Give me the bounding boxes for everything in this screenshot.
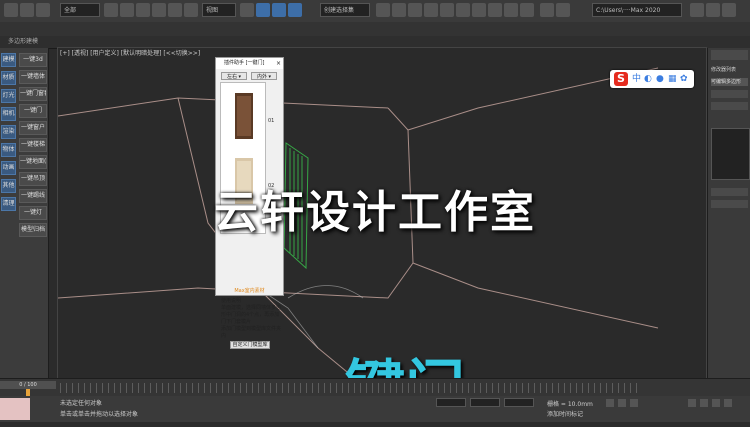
close-icon[interactable]: × <box>276 58 281 69</box>
layer-icon[interactable] <box>408 3 422 17</box>
schematic-icon[interactable] <box>456 3 470 17</box>
mirror-icon[interactable] <box>376 3 390 17</box>
btn-one-click-stairs[interactable]: 一键楼梯 <box>19 138 47 152</box>
pan-icon[interactable] <box>700 399 708 407</box>
modifier-list-label[interactable]: 修改器列表 <box>711 66 748 74</box>
btn-one-click-wall[interactable]: 一键墙体 <box>19 70 47 84</box>
usage-text-1: 单面建模，选择同墙体多边形中门洞的4个点，再添加门下门套模片 <box>221 305 282 325</box>
thumbnail-number: 01 <box>268 118 275 124</box>
z-coord-field[interactable] <box>504 398 534 407</box>
modifier-stack[interactable] <box>711 128 750 180</box>
chinese-mode-icon[interactable]: 中 <box>632 74 641 84</box>
material-editor-icon[interactable] <box>472 3 486 17</box>
next-frame-icon[interactable] <box>630 399 638 407</box>
inside-outside-dropdown[interactable]: 内外 ▾ <box>251 72 277 80</box>
main-toolbar: 全部 视图 创建选择集 C:\Users\····Max 2020 <box>0 0 750 23</box>
category-modeling[interactable]: 建模 <box>1 53 16 67</box>
usage-text-2: 添加门模型到模型库文件夹内 <box>221 326 282 339</box>
btn-one-click-3d[interactable]: 一键3d <box>19 53 47 67</box>
render-icon[interactable] <box>520 3 534 17</box>
punctuation-icon[interactable]: ◐ <box>644 74 652 84</box>
command-tabs[interactable] <box>711 50 748 60</box>
left-right-dropdown[interactable]: 左右 ▾ <box>221 72 247 80</box>
maximize-viewport-icon[interactable] <box>724 399 732 407</box>
viewport-label[interactable]: [+] [透视] [用户定义] [默认明暗处理] [<<切换>>] <box>60 48 200 57</box>
category-object[interactable]: 物体 <box>1 143 16 157</box>
add-time-tag[interactable]: 添加时间标记 <box>547 409 583 418</box>
select-by-name-icon[interactable] <box>120 3 134 17</box>
toggle-ribbon-icon[interactable] <box>424 3 438 17</box>
angle-snap-icon[interactable] <box>272 3 286 17</box>
studio-title-caption: 云轩设计工作室 <box>214 187 536 238</box>
scale-icon[interactable] <box>184 3 198 17</box>
align-icon[interactable] <box>392 3 406 17</box>
menu-bar <box>0 22 750 37</box>
play-icon[interactable] <box>618 399 626 407</box>
curve-editor-icon[interactable] <box>440 3 454 17</box>
category-material[interactable]: 材质 <box>1 71 16 85</box>
usage-title: 使用说明 <box>221 298 242 304</box>
rotate-icon[interactable] <box>168 3 182 17</box>
dialog-title: 插件助手 [一键门] <box>216 58 283 69</box>
door-thumbnail-01-panel <box>237 96 251 136</box>
workspace-path-combo[interactable]: C:\Users\····Max 2020 <box>592 3 682 17</box>
reference-coord-combo[interactable]: 视图 <box>202 3 236 17</box>
named-selection-combo[interactable]: 创建选择集 <box>320 3 370 17</box>
sogou-logo-icon[interactable]: S <box>614 72 628 86</box>
category-render[interactable]: 渲染 <box>1 125 16 139</box>
selection-status: 未选定任何对象 <box>60 400 103 407</box>
modifier-slot[interactable] <box>711 90 748 98</box>
timeline-ticks <box>60 383 640 393</box>
x-coord-field[interactable] <box>436 398 466 407</box>
ime-toolbar[interactable]: S 中 ◐ ● ▦ ✿ <box>610 70 694 88</box>
percent-snap-icon[interactable] <box>288 3 302 17</box>
btn-one-click-window[interactable]: 一键窗户 <box>19 121 47 135</box>
ribbon-label[interactable]: 多边形建模 <box>8 36 38 48</box>
orbit-icon[interactable] <box>712 399 720 407</box>
snap-icon[interactable] <box>256 3 270 17</box>
folder-icon[interactable] <box>690 3 704 17</box>
prompt-status: 单击或单击并拖动以选择对象 <box>60 411 139 418</box>
link-icon[interactable] <box>36 3 50 17</box>
category-camera[interactable]: 相机 <box>1 107 16 121</box>
a360-icon[interactable] <box>556 3 570 17</box>
render-setup-icon[interactable] <box>488 3 502 17</box>
brand-label: Max室内素材 <box>234 288 265 294</box>
y-coord-field[interactable] <box>470 398 500 407</box>
select-icon[interactable] <box>104 3 118 17</box>
editable-poly-item[interactable]: 可编辑多边形 <box>711 78 748 86</box>
undo-icon[interactable] <box>4 3 18 17</box>
pivot-icon[interactable] <box>240 3 254 17</box>
btn-one-click-door-window-frame[interactable]: 一键门窗套 <box>19 87 47 101</box>
category-animation[interactable]: 动画 <box>1 161 16 175</box>
keyboard-icon[interactable]: ▦ <box>668 74 677 84</box>
modifier-slot[interactable] <box>711 102 748 110</box>
rect-select-icon[interactable] <box>136 3 150 17</box>
redo-icon[interactable] <box>20 3 34 17</box>
btn-one-click-door[interactable]: 一键门 <box>19 104 47 118</box>
project-icon[interactable] <box>706 3 720 17</box>
prev-frame-icon[interactable] <box>606 399 614 407</box>
render-frame-icon[interactable] <box>504 3 518 17</box>
skin-icon[interactable]: ✿ <box>680 74 688 84</box>
time-slider[interactable]: 0 / 100 <box>0 381 56 389</box>
timeline[interactable]: 0 / 100 <box>0 378 750 397</box>
teapot-icon[interactable] <box>540 3 554 17</box>
zoom-icon[interactable] <box>688 399 696 407</box>
status-bar: 未选定任何对象 单击或单击并拖动以选择对象 栅格 = 10.0mm 添加时间标记 <box>0 396 750 422</box>
microphone-icon[interactable]: ● <box>656 74 664 84</box>
settings-icon[interactable] <box>722 3 736 17</box>
category-light[interactable]: 灯光 <box>1 89 16 103</box>
move-icon[interactable] <box>152 3 166 17</box>
maxscript-listener[interactable] <box>0 398 30 420</box>
selection-filter-combo[interactable]: 全部 <box>60 3 100 17</box>
btn-one-click-floor[interactable]: 一键地面(高) <box>19 155 47 169</box>
grid-size-label: 栅格 = 10.0mm <box>547 401 593 408</box>
